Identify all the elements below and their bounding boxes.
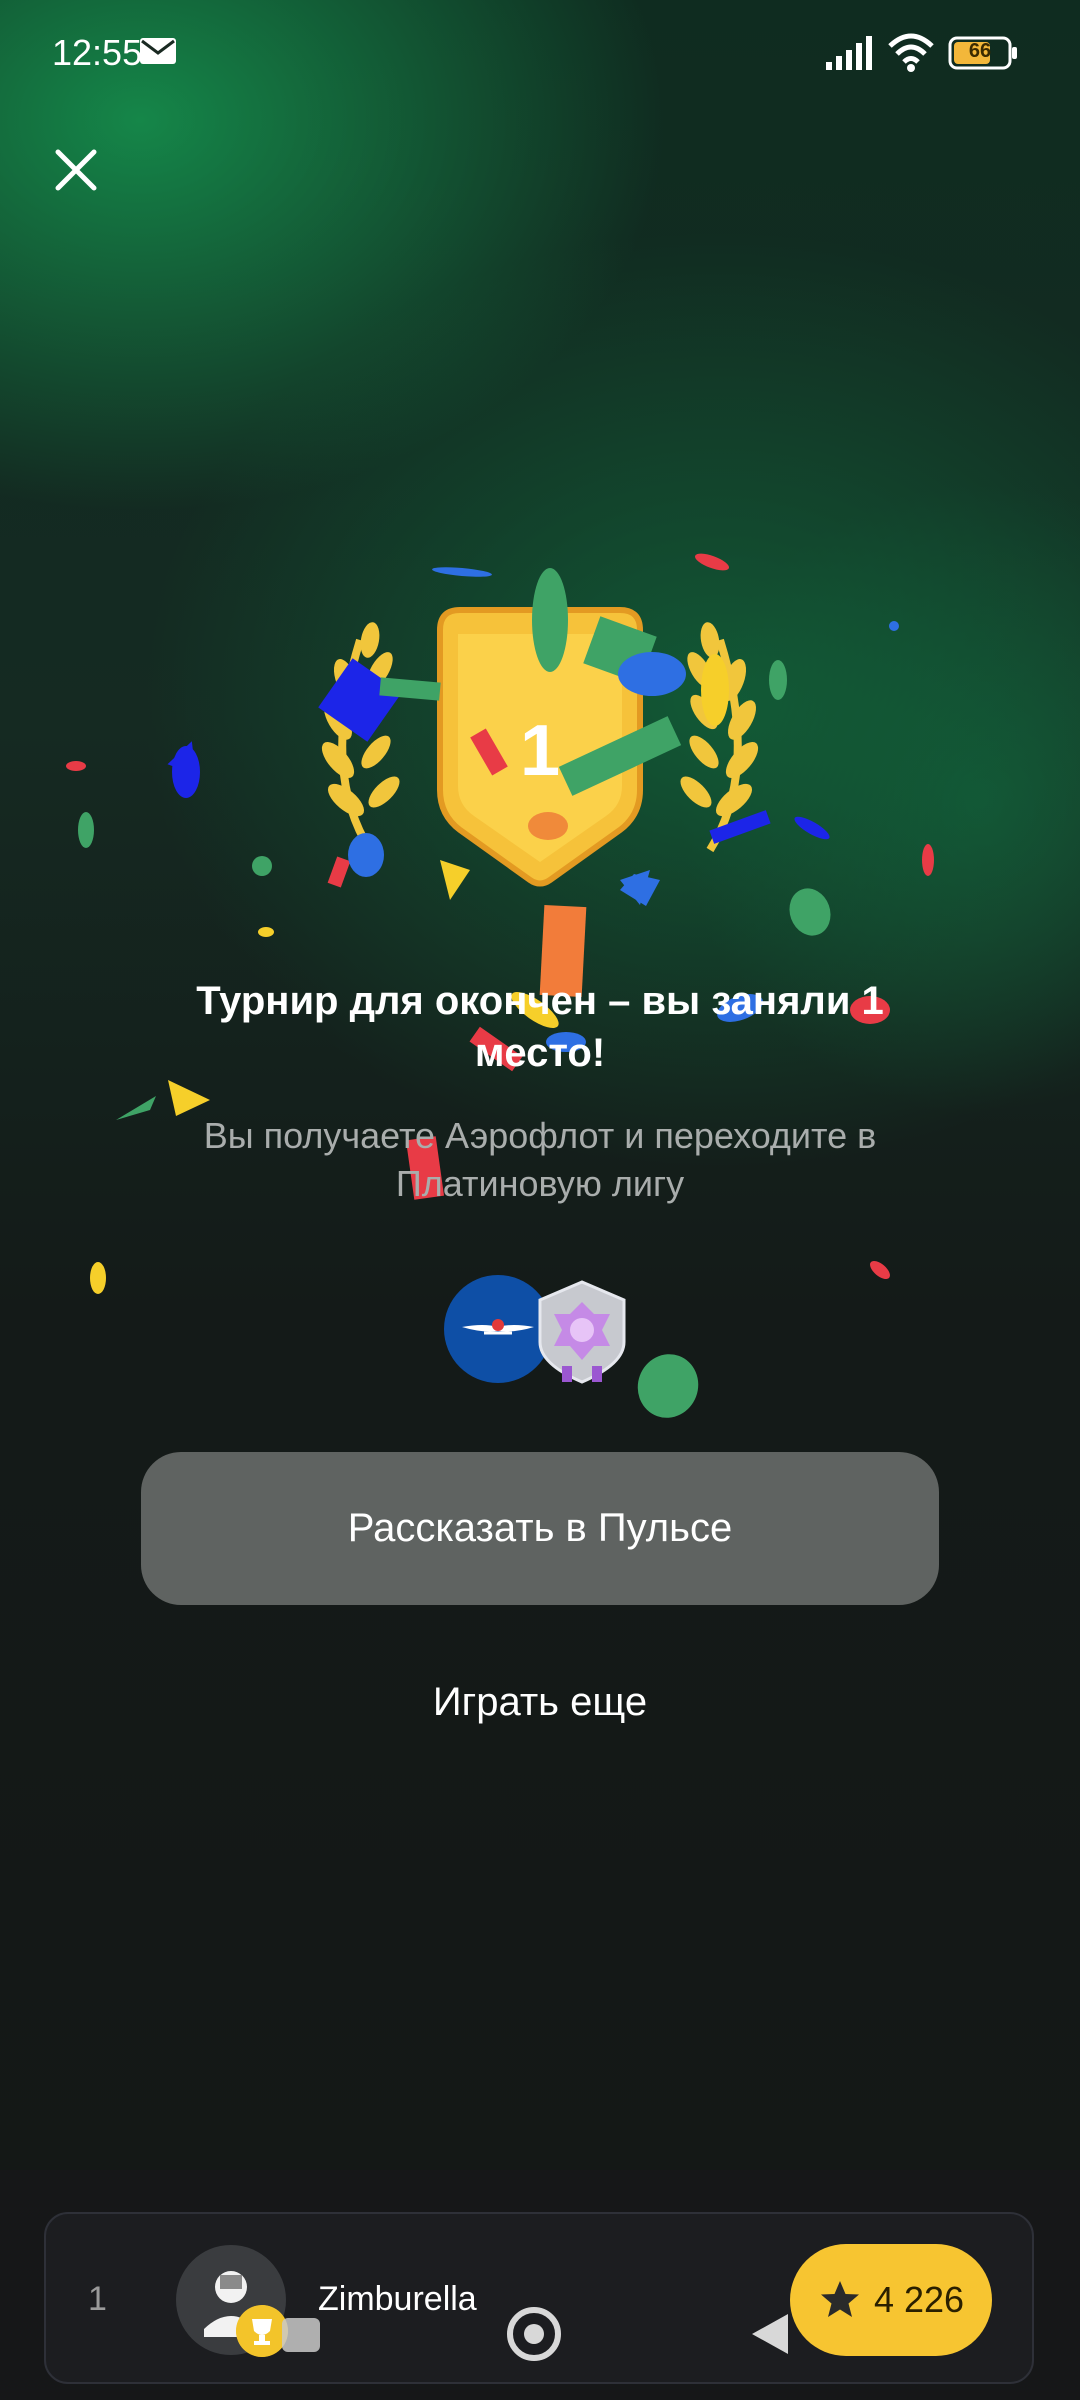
recent-apps-icon[interactable]: [282, 2318, 320, 2352]
result-title: Турнир для окончен – вы заняли 1 место!: [196, 979, 884, 1075]
home-nav-icon[interactable]: [506, 2306, 562, 2362]
wifi-icon: [888, 33, 934, 72]
signal-icon: [826, 36, 872, 70]
score-badge: 4 226: [790, 2244, 992, 2356]
platinum-league-badge-icon: [538, 1280, 626, 1384]
close-icon[interactable]: [46, 140, 106, 200]
trophy-place-number: 1: [519, 711, 561, 791]
back-nav-icon[interactable]: [748, 2310, 790, 2358]
share-in-pulse-button[interactable]: Рассказать в Пульсе: [141, 1452, 939, 1605]
leaderboard-username: Zimburella: [318, 2280, 477, 2318]
status-bar: 12:55 66: [0, 0, 1080, 110]
star-icon: [820, 2281, 859, 2317]
score-value: 4 226: [873, 2279, 965, 2320]
play-again-button[interactable]: Играть еще: [340, 1680, 740, 1725]
mail-icon: [140, 38, 176, 64]
status-time: 12:55: [52, 32, 143, 73]
trophy-icon: [236, 2305, 288, 2357]
battery-level: 66: [968, 40, 992, 62]
leaderboard-rank: 1: [88, 2280, 107, 2318]
result-subtitle: Вы получаете Аэрофлот и переходите в Пла…: [203, 1115, 877, 1204]
